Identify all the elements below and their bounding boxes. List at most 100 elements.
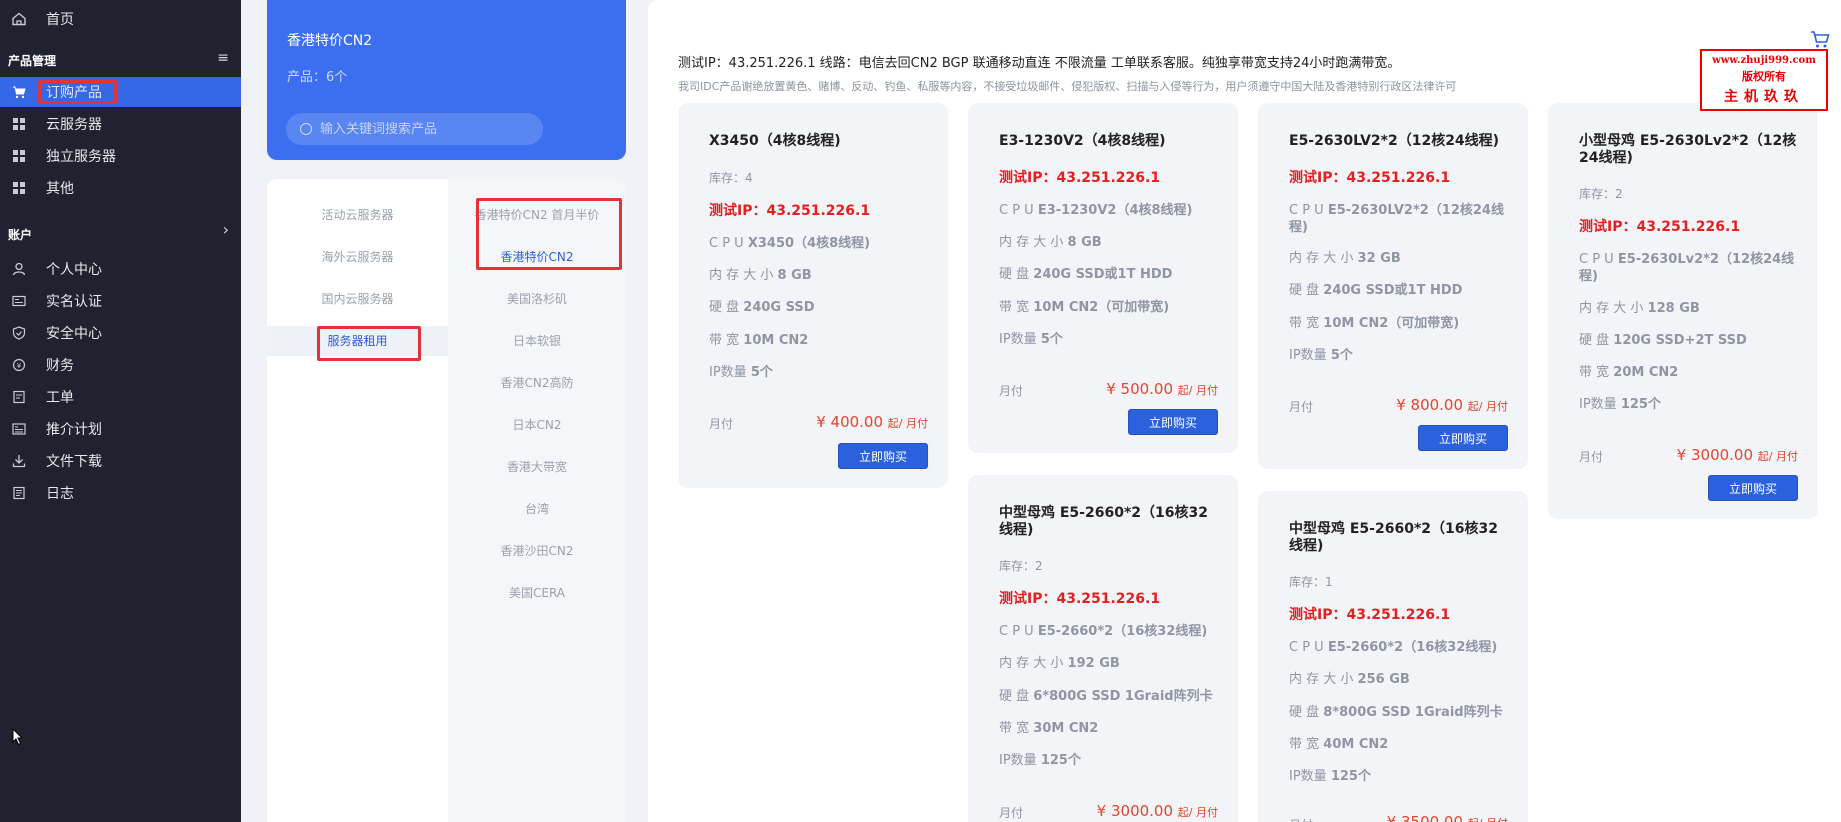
ip-count-value: 5个: [750, 365, 773, 380]
category-sub-item[interactable]: 香港沙田CN2: [448, 536, 626, 566]
product-ip-count: IP数量 5个: [1289, 347, 1514, 364]
product-search-input[interactable]: [320, 121, 540, 137]
product-test-ip: 测试IP：43.251.226.1: [1579, 219, 1741, 235]
nav-home-label: 首页: [46, 12, 74, 28]
download-icon: [12, 454, 26, 468]
category-group-item[interactable]: 国内云服务器: [267, 284, 448, 314]
watermark-rights: 版权所有: [1742, 70, 1786, 83]
disk-value: 120G SSD+2T SSD: [1613, 333, 1747, 348]
grid-icon: [12, 149, 26, 163]
nav-other[interactable]: 其他: [0, 173, 241, 203]
buy-now-button[interactable]: 立即购买: [1708, 475, 1798, 501]
nav-dedicated-server[interactable]: 独立服务器: [0, 141, 241, 171]
product-ip-count: IP数量 5个: [999, 331, 1224, 348]
memory-value: 8 GB: [777, 268, 812, 283]
category-sub-item[interactable]: 香港CN2高防: [448, 368, 626, 398]
section-products-menu-icon[interactable]: ≡: [217, 50, 229, 66]
cpu-label: C P U: [709, 236, 744, 251]
category-panel: 活动云服务器 海外云服务器 国内云服务器 服务器租用 香港特价CN2 首月半价 …: [267, 179, 626, 822]
category-header: 香港特价CN2 产品：6个: [267, 0, 626, 160]
product-cpu: C P U E5-2630LV2*2（12核24线程): [1289, 202, 1514, 236]
product-search-box: [286, 113, 543, 145]
buy-now-button[interactable]: 立即购买: [1128, 409, 1218, 435]
product-bandwidth: 带 宽 10M CN2（可加带宽): [1289, 315, 1514, 332]
category-sub-item[interactable]: 台湾: [448, 494, 626, 524]
bandwidth-value: 40M CN2: [1323, 737, 1389, 752]
product-test-ip: 测试IP：43.251.226.1: [709, 203, 871, 219]
nav-security[interactable]: 安全中心: [0, 318, 241, 348]
billing-cycle: 月付: [1289, 816, 1313, 822]
product-disk: 硬 盘 240G SSD: [709, 299, 934, 316]
nav-finance[interactable]: ¥ 财务: [0, 350, 241, 380]
price-value: ¥ 3500.00: [1386, 813, 1464, 822]
nav-ticket-label: 工单: [46, 390, 74, 406]
memory-label: 内 存 大 小: [999, 656, 1064, 671]
product-cpu: C P U E5-2660*2（16核32线程): [999, 623, 1224, 640]
list-card-icon: [12, 422, 26, 436]
disk-value: 8*800G SSD 1Graid阵列卡: [1323, 705, 1503, 720]
product-title: E5-2630LV2*2（12核24线程): [1289, 133, 1500, 149]
product-memory: 内 存 大 小 32 GB: [1289, 250, 1514, 267]
product-title: X3450（4核8线程): [709, 133, 841, 149]
product-cpu: C P U X3450（4核8线程): [709, 235, 934, 252]
chevron-right-icon[interactable]: ›: [223, 220, 229, 239]
nav-other-label: 其他: [46, 181, 74, 197]
category-sub-item[interactable]: 日本CN2: [448, 410, 626, 440]
price-value: ¥ 3000.00: [1096, 802, 1174, 820]
memory-value: 8 GB: [1067, 235, 1102, 250]
category-sub-item[interactable]: 美国洛杉矶: [448, 284, 626, 314]
billing-cycle: 月付: [1579, 450, 1604, 464]
nav-realname[interactable]: 实名认证: [0, 286, 241, 316]
category-product-count: 产品：6个: [287, 70, 348, 85]
product-title: 小型母鸡 E5-2630Lv2*2（12核24线程): [1579, 133, 1797, 166]
product-ip-count: IP数量 125个: [999, 752, 1224, 769]
bandwidth-value: 20M CN2: [1613, 365, 1679, 380]
nav-home[interactable]: 首页: [0, 4, 241, 34]
disk-label: 硬 盘: [999, 267, 1030, 282]
ip-count-label: IP数量: [709, 365, 747, 380]
cart-icon[interactable]: [1809, 28, 1831, 50]
nav-referral[interactable]: 推介计划: [0, 414, 241, 444]
product-stock: 库存：4: [709, 171, 753, 185]
ip-count-label: IP数量: [999, 332, 1037, 347]
billing-cycle: 月付: [709, 417, 734, 431]
cpu-value: E3-1230V2（4核8线程): [1037, 203, 1193, 218]
section-products-heading: 产品管理: [8, 54, 57, 68]
nav-log[interactable]: 日志: [0, 478, 241, 508]
product-memory: 内 存 大 小 8 GB: [999, 234, 1224, 251]
product-memory: 内 存 大 小 256 GB: [1289, 671, 1514, 688]
ip-count-label: IP数量: [1579, 397, 1617, 412]
price-value: ¥ 3000.00: [1676, 446, 1754, 464]
nav-ticket[interactable]: 工单: [0, 382, 241, 412]
price-unit: 起/ 月付: [1467, 400, 1508, 413]
memory-label: 内 存 大 小: [999, 235, 1064, 250]
svg-text:¥: ¥: [17, 362, 22, 370]
product-price: ¥ 3500.00 起/ 月付: [1387, 813, 1508, 822]
category-sub-list: 香港特价CN2 首月半价 香港特价CN2 美国洛杉矶 日本软银 香港CN2高防 …: [448, 179, 626, 822]
disk-label: 硬 盘: [1579, 333, 1610, 348]
category-group-item[interactable]: 活动云服务器: [267, 200, 448, 230]
nav-download[interactable]: 文件下载: [0, 446, 241, 476]
category-group-item[interactable]: 海外云服务器: [267, 242, 448, 272]
usage-policy-notice: 我司IDC产品谢绝放置黄色、赌博、反动、钓鱼、私服等内容，不接受垃圾邮件、侵犯版…: [678, 80, 1457, 93]
product-ip-count: IP数量 125个: [1289, 768, 1514, 785]
ip-count-label: IP数量: [999, 753, 1037, 768]
product-title: 中型母鸡 E5-2660*2（16核32线程): [999, 505, 1208, 538]
memory-label: 内 存 大 小: [1579, 301, 1644, 316]
category-sub-item[interactable]: 香港大带宽: [448, 452, 626, 482]
nav-personal-label: 个人中心: [46, 262, 102, 278]
category-sub-item[interactable]: 日本软银: [448, 326, 626, 356]
category-sub-item[interactable]: 美国CERA: [448, 578, 626, 608]
product-test-ip: 测试IP：43.251.226.1: [999, 591, 1161, 607]
nav-cloud-server[interactable]: 云服务器: [0, 109, 241, 139]
buy-now-button[interactable]: 立即购买: [1418, 425, 1508, 451]
product-disk: 硬 盘 240G SSD或1T HDD: [999, 266, 1224, 283]
memory-value: 256 GB: [1357, 672, 1410, 687]
nav-personal-center[interactable]: 个人中心: [0, 254, 241, 284]
buy-now-button[interactable]: 立即购买: [838, 443, 928, 469]
nav-order-products[interactable]: 订购产品: [0, 77, 241, 107]
grid-icon: [12, 181, 26, 195]
nav-realname-label: 实名认证: [46, 294, 102, 310]
product-test-ip: 测试IP：43.251.226.1: [999, 170, 1161, 186]
cpu-value: E5-2660*2（16核32线程): [1037, 624, 1208, 639]
